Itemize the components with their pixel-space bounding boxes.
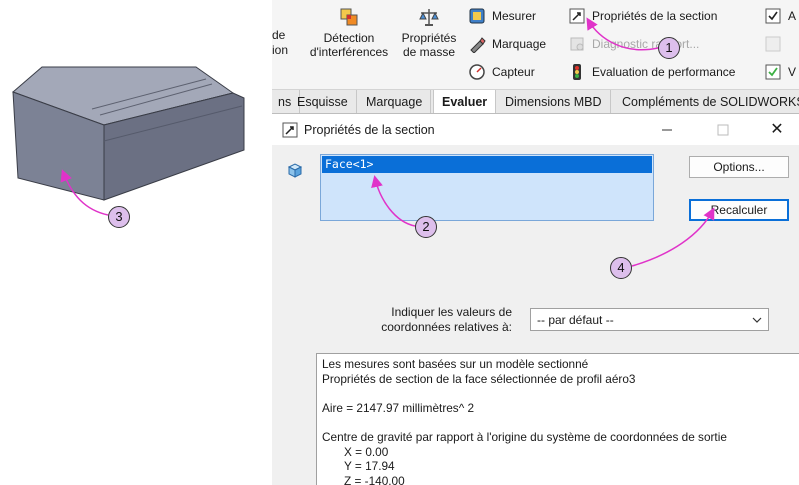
close-icon[interactable]: ✕ xyxy=(764,119,790,141)
result-y-line: Y = 17.94 xyxy=(344,459,395,474)
markup-button[interactable]: Marquage xyxy=(468,33,546,55)
commandmanager-tabs: ns Esquisse Marquage Evaluer Dimensions … xyxy=(272,90,799,114)
result-z-line: Z = -140.00 xyxy=(344,473,405,485)
interference-label-line2: d'interférences xyxy=(309,45,389,59)
markup-label: Marquage xyxy=(492,37,547,51)
minimize-icon[interactable] xyxy=(654,119,680,141)
ribbon-col4-label1: A xyxy=(788,9,797,23)
section-properties-label: Propriétés de la section xyxy=(592,9,718,23)
performance-evaluation-button[interactable]: Evaluation de performance xyxy=(568,61,735,83)
mass-properties-label-line2: de masse xyxy=(402,45,456,59)
coordinate-label-line1: Indiquer les valeurs de xyxy=(391,305,512,319)
disabled-tool-icon xyxy=(765,36,781,52)
tab-solidworks-addins[interactable]: Compléments de SOLIDWORKS xyxy=(614,90,799,113)
measure-icon xyxy=(469,8,485,24)
sensor-button[interactable]: Capteur xyxy=(468,61,535,83)
interference-detection-icon xyxy=(340,8,358,26)
selected-entities-list[interactable]: Face<1> xyxy=(320,154,654,221)
result-centroid-heading: Centre de gravité par rapport à l'origin… xyxy=(322,429,727,444)
coordinate-label-line2: coordonnées relatives à: xyxy=(381,320,512,334)
result-blank-line xyxy=(322,415,799,430)
markup-icon xyxy=(470,37,486,53)
sensor-icon xyxy=(469,64,485,80)
check-icon xyxy=(765,8,781,24)
ribbon-col4-item1[interactable]: A xyxy=(764,5,796,27)
section-properties-icon xyxy=(569,8,585,24)
results-text-area[interactable]: Les mesures sont basées sur un modèle se… xyxy=(316,353,799,485)
mass-properties-button[interactable]: Propriétés de masse xyxy=(398,6,460,59)
callout-4: 4 xyxy=(610,257,632,279)
tab-markup[interactable]: Marquage xyxy=(358,90,432,113)
ribbon-col4-item2[interactable] xyxy=(764,33,788,55)
interference-label-line1: Détection xyxy=(323,31,375,45)
section-properties-icon xyxy=(282,122,298,138)
result-line: Propriétés de section de la face sélecti… xyxy=(322,371,636,386)
result-line: Les mesures sont basées sur un modèle se… xyxy=(322,357,589,371)
measure-label: Mesurer xyxy=(492,9,537,23)
dropdown-value: -- par défaut -- xyxy=(537,313,614,327)
performance-evaluation-label: Evaluation de performance xyxy=(592,65,736,79)
callout-3: 3 xyxy=(108,206,130,228)
cut-ribbon-label-top: de xyxy=(272,28,286,42)
recalculate-button[interactable]: Recalculer xyxy=(689,199,789,221)
ribbon-col4-label3: V xyxy=(788,65,797,79)
tab-sketch[interactable]: Esquisse xyxy=(289,90,357,113)
extrusion-part[interactable] xyxy=(0,0,272,260)
result-x-line: X = 0.00 xyxy=(344,444,389,459)
dialog-titlebar[interactable]: Propriétés de la section ✕ xyxy=(272,115,799,145)
chevron-down-icon xyxy=(752,317,762,323)
result-area-line: Aire = 2147.97 millimètres^ 2 xyxy=(322,400,475,415)
callout-1: 1 xyxy=(658,37,680,59)
mass-properties-icon xyxy=(419,9,439,26)
measure-button[interactable]: Mesurer xyxy=(468,5,536,27)
green-check-icon xyxy=(765,64,781,80)
options-button[interactable]: Options... xyxy=(689,156,789,178)
section-properties-dialog: Propriétés de la section ✕ Face<1> Optio… xyxy=(272,115,799,485)
tab-evaluate[interactable]: Evaluer xyxy=(433,90,497,113)
tab-mbd-dimensions[interactable]: Dimensions MBD xyxy=(497,90,611,113)
coordinate-system-dropdown[interactable]: -- par défaut -- xyxy=(530,308,769,331)
cut-ribbon-label-bottom: ion xyxy=(272,43,289,57)
ribbon-col4-item3[interactable]: V xyxy=(764,61,796,83)
face-selection-icon xyxy=(287,163,303,178)
interference-detection-button[interactable]: Détection d'interférences xyxy=(306,6,392,59)
performance-evaluation-icon xyxy=(573,64,581,80)
maximize-icon[interactable] xyxy=(710,119,736,141)
section-properties-button[interactable]: Propriétés de la section xyxy=(568,5,717,27)
diagnostics-button[interactable]: Diagnostic rapport... xyxy=(568,33,699,55)
model-viewport[interactable] xyxy=(0,0,272,485)
diagnostics-icon xyxy=(570,37,584,51)
sensor-label: Capteur xyxy=(492,65,535,79)
mass-properties-label-line1: Propriétés xyxy=(401,31,457,45)
commandmanager-ribbon: de ion Détection d'interférences Proprié… xyxy=(272,0,799,90)
coordinate-system-label: Indiquer les valeurs de coordonnées rela… xyxy=(364,305,512,335)
callout-2: 2 xyxy=(415,216,437,238)
dialog-title: Propriétés de la section xyxy=(304,123,435,137)
result-blank-line xyxy=(322,386,799,401)
diagnostics-label: Diagnostic rapport... xyxy=(592,37,700,51)
list-item[interactable]: Face<1> xyxy=(322,156,652,173)
